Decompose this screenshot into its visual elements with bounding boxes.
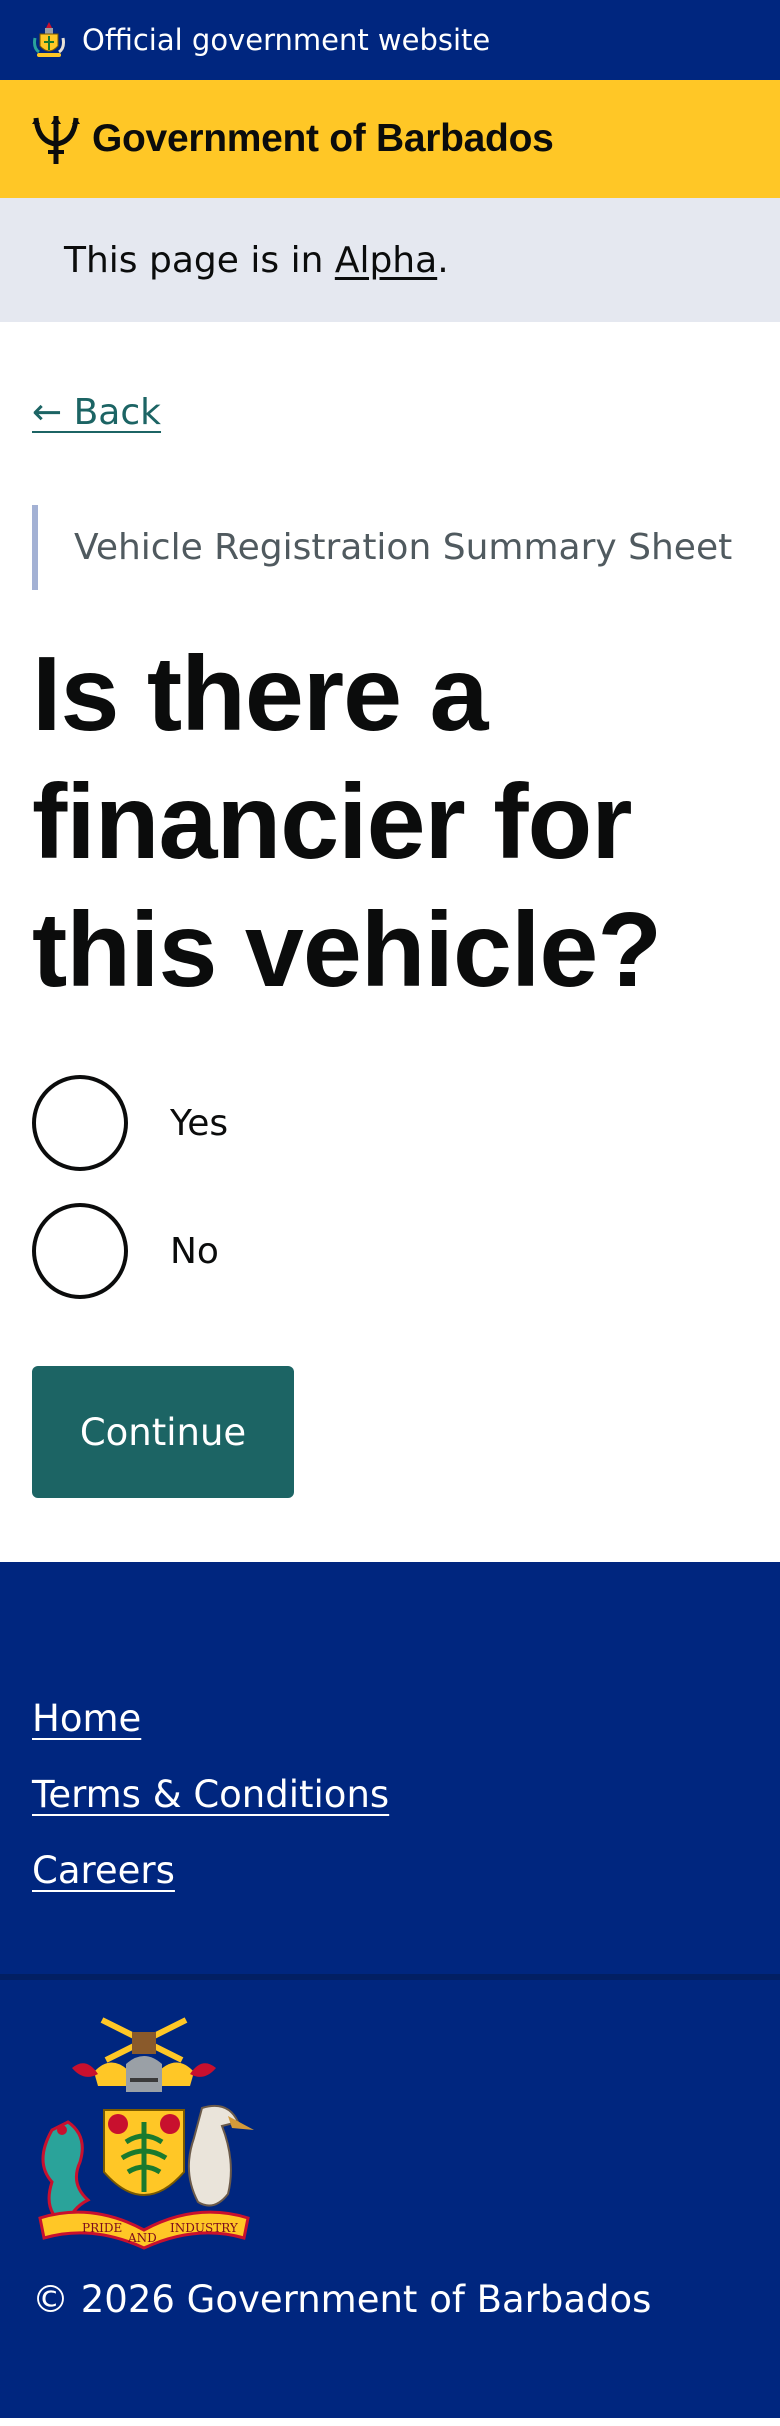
motto-pride: PRIDE — [82, 2221, 122, 2235]
copyright-text: © 2026 Government of Barbados — [32, 2278, 652, 2321]
radio-label-yes[interactable]: Yes — [170, 1103, 228, 1144]
site-header: Government of Barbados — [0, 80, 780, 198]
radio-group: Yes No — [32, 1074, 748, 1300]
site-title[interactable]: Government of Barbados — [92, 117, 554, 161]
phase-banner: This page is in Alpha. — [0, 198, 780, 322]
radio-label-no[interactable]: No — [170, 1231, 219, 1272]
continue-button[interactable]: Continue — [32, 1366, 294, 1498]
radio-button-no[interactable] — [32, 1203, 128, 1299]
footer-bottom: PRIDE AND INDUSTRY © 2026 Government of … — [0, 1974, 780, 2418]
footer-link-careers[interactable]: Careers — [32, 1849, 748, 1925]
phase-link[interactable]: Alpha — [335, 240, 437, 281]
radio-option-yes[interactable]: Yes — [32, 1074, 748, 1172]
phase-banner-prefix: This page is in — [64, 239, 335, 281]
motto-and: AND — [127, 2231, 157, 2245]
radio-button-yes[interactable] — [32, 1075, 128, 1171]
form-caption: Vehicle Registration Summary Sheet — [32, 505, 748, 590]
back-link[interactable]: ← Back — [32, 392, 161, 433]
coat-of-arms-icon: PRIDE AND INDUSTRY — [38, 2017, 254, 2250]
radio-option-no[interactable]: No — [32, 1202, 748, 1300]
motto-industry: INDUSTRY — [170, 2221, 239, 2235]
main-content: ← Back Vehicle Registration Summary Shee… — [0, 322, 780, 1498]
site-footer: Home Terms & Conditions Careers PRIDE AN… — [0, 1562, 780, 2418]
phase-banner-suffix: . — [437, 239, 449, 281]
official-website-bar: Official government website — [0, 0, 780, 80]
barbados-crest-icon — [33, 22, 65, 57]
page-title: Is there a financier for this vehicle? — [32, 635, 662, 1009]
footer-links: Home Terms & Conditions Careers — [0, 1562, 780, 1974]
trident-icon — [32, 116, 80, 164]
footer-link-terms[interactable]: Terms & Conditions — [32, 1773, 748, 1849]
footer-link-home[interactable]: Home — [32, 1697, 748, 1773]
official-website-text: Official government website — [82, 23, 491, 57]
